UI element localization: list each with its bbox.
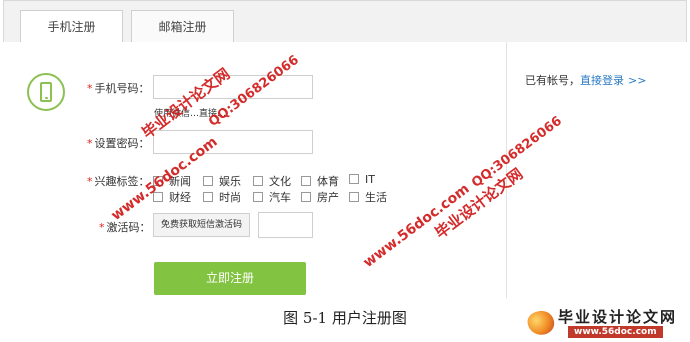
interest-sports[interactable]: 体育 — [301, 173, 339, 189]
login-prompt: 已有帐号，直接登录 >> — [525, 74, 647, 87]
required-mark: * — [87, 175, 93, 188]
code-label: * 激活码： — [99, 221, 151, 234]
interest-entertainment[interactable]: 娱乐 — [203, 173, 241, 189]
password-label: * 设置密码： — [87, 137, 150, 150]
interest-fashion[interactable]: 时尚 — [203, 189, 241, 205]
interest-it[interactable]: IT — [349, 173, 375, 186]
interest-auto[interactable]: 汽车 — [253, 189, 291, 205]
register-panel: * 手机号码： 使用微信…直接… * 设置密码： * 兴趣标签： 新闻 娱乐 文化 体… — [3, 42, 687, 298]
double-chevron-right-icon: >> — [628, 74, 647, 87]
logo-title: 毕业设计论文网 — [558, 308, 678, 326]
required-mark: * — [99, 221, 105, 234]
tab-bar: 手机注册 邮箱注册 — [4, 1, 686, 44]
checkbox[interactable] — [349, 192, 359, 202]
logo-url: www.56doc.com — [568, 326, 663, 338]
tab-email-register[interactable]: 邮箱注册 — [131, 10, 234, 43]
logo-ball-icon — [525, 308, 557, 338]
checkbox[interactable] — [203, 176, 213, 186]
checkbox[interactable] — [349, 174, 359, 184]
checkbox[interactable] — [301, 176, 311, 186]
checkbox[interactable] — [253, 192, 263, 202]
site-logo: 毕业设计论文网 www.56doc.com — [525, 305, 688, 339]
get-sms-code-button[interactable]: 免费获取短信激活码 — [153, 213, 250, 237]
checkbox[interactable] — [203, 192, 213, 202]
mobile-phone-icon — [27, 73, 65, 111]
phone-label: * 手机号码： — [87, 82, 150, 95]
required-mark: * — [87, 137, 93, 150]
interest-culture[interactable]: 文化 — [253, 173, 291, 189]
tab-phone-register[interactable]: 手机注册 — [20, 10, 123, 44]
checkbox[interactable] — [253, 176, 263, 186]
required-mark: * — [87, 82, 93, 95]
interest-realestate[interactable]: 房产 — [301, 189, 339, 205]
password-input[interactable] — [153, 130, 313, 154]
register-submit-button[interactable]: 立即注册 — [154, 262, 306, 295]
interest-life[interactable]: 生活 — [349, 189, 387, 205]
activation-code-input[interactable] — [258, 212, 313, 238]
checkbox[interactable] — [301, 192, 311, 202]
direct-login-link[interactable]: 直接登录 — [580, 74, 624, 87]
